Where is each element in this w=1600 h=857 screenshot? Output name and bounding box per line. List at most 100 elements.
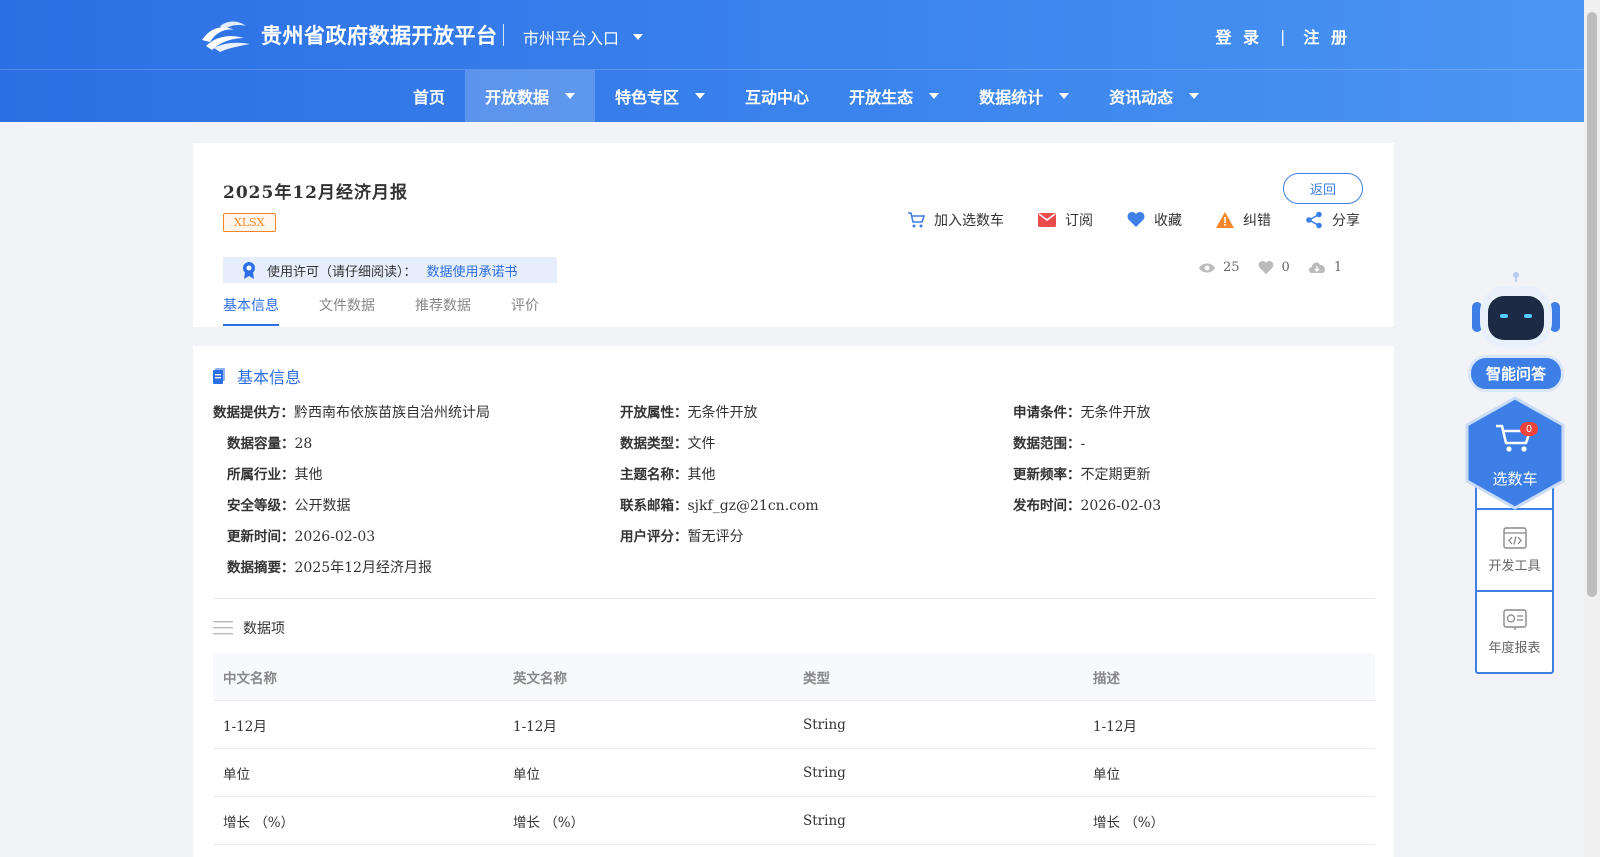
field-key: 数据提供方： [213,405,294,421]
tab-reviews[interactable]: 评价 [511,295,539,326]
field-key: 数据类型： [620,436,688,452]
favorite-button[interactable]: 收藏 [1127,210,1182,230]
field-key: 发布时间： [1013,498,1081,514]
auth-divider: | [1280,26,1286,46]
dataset-header-card: 2025年12月经济月报 XLSX 返回 加入选数车 订阅 收藏 纠错 分享 使… [193,143,1394,327]
field-key: 更新时间： [227,529,295,545]
data-items-table: 中文名称 英文名称 类型 描述 1-12月 1-12月 String 1-12月… [213,653,1375,845]
table-cell: String [803,812,846,829]
nav-item-label: 开放数据 [485,88,550,107]
table-cell: 1-12月 [1093,718,1137,735]
field-provider: 数据提供方：黔西南布依族苗族自治州统计局 [213,401,490,422]
mail-icon [1038,213,1056,227]
nav-item-open-data[interactable]: 开放数据 [465,70,596,122]
dev-tools-button[interactable]: 开发工具 [1477,508,1552,590]
license-agreement-link[interactable]: 数据使用承诺书 [427,261,518,280]
field-value: 文件 [687,436,716,452]
downloads-count: 1 [1333,260,1343,275]
share-button[interactable]: 分享 [1305,210,1360,230]
site-header: 贵州省政府数据开放平台 市州平台入口 登 录 | 注 册 首页 开放数据 特色专… [0,0,1584,122]
page-scrollbar[interactable] [1584,0,1600,857]
chevron-down-icon [565,93,576,99]
nav-item-news[interactable]: 资讯动态 [1089,70,1219,122]
field-value: 其他 [687,467,716,483]
warning-icon [1216,212,1234,228]
report-error-button[interactable]: 纠错 [1216,210,1271,230]
nav-item-home[interactable]: 首页 [393,70,465,122]
nav-item-label: 互动中心 [745,88,810,107]
back-button[interactable]: 返回 [1283,173,1363,204]
field-key: 所属行业： [227,467,295,483]
field-publish-time: 发布时间：2026-02-03 [1013,494,1161,514]
basic-info-heading: 基本信息 [213,364,301,388]
field-key: 数据容量： [227,436,295,452]
field-industry: 所属行业：其他 [227,463,323,484]
nav-item-label: 开放生态 [849,88,914,107]
dataset-stats: 25 0 1 [1199,260,1342,275]
field-value: 公开数据 [294,498,351,514]
dataset-actions: 加入选数车 订阅 收藏 纠错 分享 [907,210,1360,230]
annual-report-button[interactable]: 年度报表 [1477,590,1552,672]
column-header: 描述 [1093,670,1120,687]
register-link[interactable]: 注 册 [1303,24,1350,48]
tab-file-data[interactable]: 文件数据 [319,295,375,326]
heart-icon [1258,260,1273,274]
city-platform-dropdown[interactable]: 市州平台入口 [523,25,644,49]
nav-item-special-zone[interactable]: 特色专区 [595,70,725,122]
top-bar: 贵州省政府数据开放平台 市州平台入口 登 录 | 注 册 [0,0,1584,70]
field-value: 2026-02-03 [294,529,376,545]
nav-item-label: 特色专区 [615,88,680,107]
dataset-title: 2025年12月经济月报 [223,183,408,203]
table-cell: 单位 [223,766,250,783]
tab-recommended[interactable]: 推荐数据 [415,295,471,326]
field-value: - [1080,436,1086,452]
nav-item-interaction[interactable]: 互动中心 [725,70,829,122]
column-header: 英文名称 [513,670,567,687]
field-capacity: 数据容量：28 [227,432,312,452]
format-tag: XLSX [223,213,276,232]
title-divider [503,24,504,46]
cloud-download-icon [1308,262,1325,273]
city-entry-label: 市州平台入口 [523,29,620,48]
field-email: 联系邮箱：sjkf_gz@21cn.com [620,494,819,514]
field-value: 28 [294,436,313,452]
field-theme: 主题名称：其他 [620,463,716,484]
field-key: 申请条件： [1013,405,1081,421]
login-link[interactable]: 登 录 [1215,24,1262,48]
field-key: 联系邮箱： [620,498,688,514]
field-value: 2025年12月经济月报 [294,560,432,576]
nav-item-statistics[interactable]: 数据统计 [959,70,1089,122]
robot-assistant-icon[interactable] [1470,272,1562,352]
scrollbar-thumb[interactable] [1587,12,1597,597]
column-header: 类型 [803,670,830,687]
likes-count: 0 [1281,260,1290,275]
table-header-row: 中文名称 英文名称 类型 描述 [213,653,1375,701]
auth-links: 登 录 | 注 册 [1215,24,1350,48]
document-icon [213,368,225,384]
add-to-cart-label: 加入选数车 [934,213,1004,229]
table-cell: String [803,764,846,781]
logo-icon[interactable] [200,18,252,52]
views-count: 25 [1223,260,1240,275]
site-title[interactable]: 贵州省政府数据开放平台 [261,20,498,50]
table-cell: 增长 （%） [223,814,295,831]
basic-info-card: 基本信息 数据提供方：黔西南布依族苗族自治州统计局 数据容量：28 所属行业：其… [193,346,1394,857]
cart-icon [908,212,925,228]
license-label: 使用许可（请仔细阅读）： [267,264,417,280]
dev-tools-label: 开发工具 [1488,558,1541,574]
nav-item-ecosystem[interactable]: 开放生态 [829,70,959,122]
field-value: 其他 [294,467,323,483]
smart-qa-button[interactable]: 智能问答 [1468,355,1564,392]
likes-stat: 0 [1258,260,1290,275]
basic-info-title: 基本信息 [237,368,302,387]
list-icon [213,621,233,635]
chevron-down-icon [695,93,706,99]
heart-icon [1127,212,1145,227]
selection-cart-button[interactable] [1464,396,1566,510]
subscribe-button[interactable]: 订阅 [1038,210,1093,230]
field-key: 数据范围： [1013,436,1081,452]
add-to-cart-button[interactable]: 加入选数车 [907,210,1004,230]
tab-basic-info[interactable]: 基本信息 [223,295,279,326]
field-rating: 用户评分：暂无评分 [620,525,744,546]
report-icon [1502,608,1527,630]
